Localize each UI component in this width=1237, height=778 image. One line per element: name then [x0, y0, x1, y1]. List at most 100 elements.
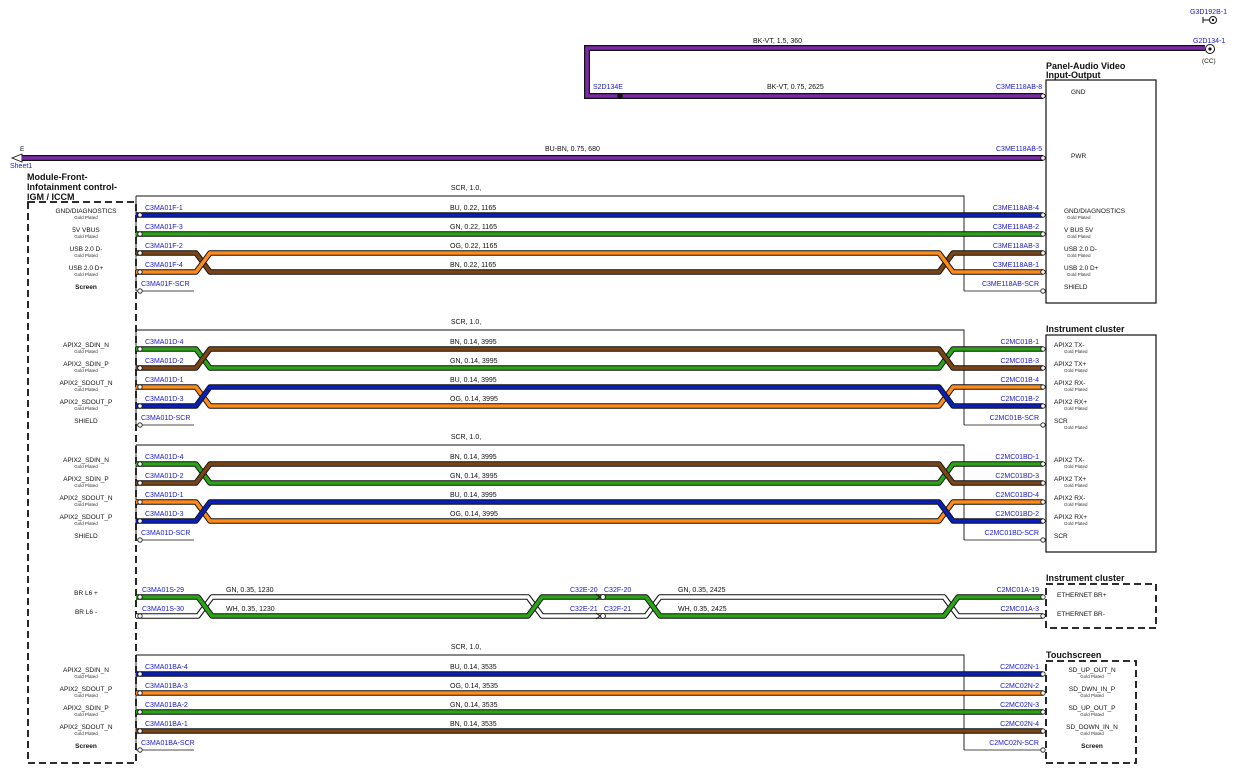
module-pin-label: SHIELD — [74, 418, 98, 425]
left-pin-terminal — [137, 461, 143, 467]
right-pin-terminal — [1040, 461, 1046, 467]
cluster1-plating-note: Gold Plated — [1064, 349, 1088, 354]
panel-plating-note: Gold Plated — [1067, 272, 1091, 277]
panel-pin-label: SHIELD — [1064, 284, 1088, 291]
right-pin-label: C3ME118AB-2 — [993, 224, 1039, 231]
panel-title-line-2: Input-Output — [1046, 70, 1100, 80]
right-pin-terminal — [1040, 365, 1046, 371]
touch-plating-note: Gold Plated — [1080, 712, 1104, 717]
module-plating-note: Gold Plated — [74, 464, 98, 469]
cluster1-pin-label: SCR — [1054, 533, 1068, 540]
left-shield-label: C3MA01D-SCR — [141, 530, 190, 537]
ground-wire-mid-label: BK-VT, 0.75, 2625 — [767, 84, 824, 91]
module-pin-labels: GND/DIAGNOSTICSGold Plated5V VBUSGold Pl… — [55, 208, 117, 750]
wire — [136, 347, 1043, 370]
cable-scr-label: SCR, 1.0, — [451, 644, 481, 651]
right-shield-terminal — [1040, 422, 1046, 428]
wire-outline — [136, 499, 1043, 524]
g2-ground-icon — [1205, 44, 1215, 54]
cluster1-pin-label: APIX2 RX+ — [1054, 399, 1087, 406]
left-shield-label: C3MA01F-SCR — [141, 281, 190, 288]
ground-section: G3D192B-1 G2D134-1 (CC) BK-VT, 1.5, 360 … — [10, 9, 1227, 170]
touch-plating-note: Gold Plated — [1080, 693, 1104, 698]
cable-scr-label: SCR, 1.0, — [451, 185, 481, 192]
module-pin-label: APIX2_SDOUT_P — [60, 686, 113, 693]
cable-scr-label: SCR, 1.0, — [451, 434, 481, 441]
right-pin-terminal — [1040, 269, 1046, 275]
cluster1-plating-note: Gold Plated — [1064, 387, 1088, 392]
right-pin-label: C3ME118AB-3 — [993, 243, 1039, 250]
left-pin-label: C3MA01BA-1 — [145, 721, 188, 728]
shielded-cables: SCR, 1.0, BU, 0.22, 1165 C3MA01F-1 C3ME118A… — [135, 185, 1046, 753]
right-pin-terminal — [1040, 212, 1046, 218]
touch-pin-label: Screen — [1081, 743, 1103, 750]
eth-green-spec-left: GN, 0.35, 1230 — [226, 587, 274, 594]
module-plating-note: Gold Plated — [74, 349, 98, 354]
module-plating-note: Gold Plated — [74, 693, 98, 698]
left-pin-terminal — [137, 728, 143, 734]
panel-pin-label: V BUS 5V — [1064, 227, 1094, 234]
left-pin-label: C3MA01F-1 — [145, 205, 183, 212]
panel-audio-video: Panel-Audio Video Input-Output GND PWR G… — [1045, 61, 1157, 304]
right-pin-terminal — [1040, 346, 1046, 352]
panel-box — [1045, 79, 1157, 304]
module-plating-note: Gold Plated — [74, 234, 98, 239]
right-pin-terminal — [1040, 403, 1046, 409]
module-pin-label: SHIELD — [74, 533, 98, 540]
module-plating-note: Gold Plated — [74, 253, 98, 258]
eth-green-right-pin: C2MC01A-19 — [997, 587, 1040, 594]
cluster1-pin-label: APIX2 TX- — [1054, 457, 1085, 464]
left-pin-terminal — [137, 212, 143, 218]
cable-shield-outline — [135, 654, 965, 750]
eth-green-mid-right: C32F-20 — [604, 587, 631, 594]
right-pin-terminal — [1040, 671, 1046, 677]
right-pin-label: C2MC02N-4 — [1000, 721, 1039, 728]
module-pin-label: 5V VBUS — [72, 227, 100, 234]
pin-pwr-terminal — [1040, 155, 1046, 161]
cluster1-pin-label: APIX2 RX- — [1054, 380, 1085, 387]
module-pin-label: APIX2_SDIN_N — [63, 342, 109, 349]
right-shield-terminal — [1040, 537, 1046, 543]
module-pin-label: BR L6 - — [75, 609, 97, 616]
left-pin-terminal — [137, 346, 143, 352]
wire-spec-label: BN, 0.22, 1165 — [450, 262, 496, 269]
cable-4: SCR, 1.0, BU, 0.14, 3535 C3MA01BA-4 C2MC02N… — [135, 644, 1046, 753]
wire — [136, 251, 1043, 274]
cable-2: SCR, 1.0, GN, 0.14, 3995 C3MA01D-4 C2MC01B-… — [135, 319, 1046, 428]
module-pin-label: APIX2_SDIN_P — [63, 361, 109, 368]
left-pin-label: C3MA01D-1 — [145, 492, 184, 499]
cluster2-box — [1045, 583, 1157, 629]
cluster1-pin-label: APIX2 TX+ — [1054, 476, 1086, 483]
left-pin-label: C3MA01BA-4 — [145, 664, 188, 671]
module-title-line-1: Module-Front- — [27, 172, 87, 182]
left-pin-label: C3MA01D-2 — [145, 473, 184, 480]
right-pin-label: C2MC02N-2 — [1000, 683, 1039, 690]
wire-spec-label: BU, 0.14, 3535 — [450, 664, 497, 671]
left-pin-label: C3MA01F-3 — [145, 224, 183, 231]
right-shield-label: C3ME118AB-SCR — [982, 281, 1039, 288]
panel-pin-label: GND/DIAGNOSTICS — [1064, 208, 1126, 215]
inline-connector-terminal — [600, 613, 606, 619]
wire — [136, 251, 1043, 274]
wire-outline — [136, 346, 1043, 371]
panel-pin-label: USB 2.0 D- — [1064, 246, 1097, 253]
cable-shield-outline — [135, 195, 965, 291]
wire — [136, 500, 1043, 523]
right-shield-terminal — [1040, 288, 1046, 294]
cluster1-plating-note: Gold Plated — [1064, 368, 1088, 373]
sheet-link[interactable]: Sheet1 — [10, 163, 32, 170]
left-pin-label: C3MA01BA-3 — [145, 683, 188, 690]
cable-1: SCR, 1.0, BU, 0.22, 1165 C3MA01F-1 C3ME118A… — [135, 185, 1046, 294]
cluster1-pin-label: APIX2 TX+ — [1054, 361, 1086, 368]
module-pin-label: APIX2_SDOUT_P — [60, 399, 113, 406]
eth-white-left-pin: C3MA01S-30 — [142, 606, 184, 613]
wire — [136, 385, 1043, 408]
cluster2-label-br-minus: ETHERNET BR- — [1057, 611, 1105, 618]
panel-plating-note: Gold Plated — [1067, 234, 1091, 239]
left-pin-terminal — [137, 480, 143, 486]
wire — [136, 347, 1043, 370]
wire-spec-label: BN, 0.14, 3535 — [450, 721, 497, 728]
module-pin-label: APIX2_SDOUT_N — [59, 724, 112, 731]
left-pin-terminal — [137, 231, 143, 237]
wire-outline — [136, 250, 1043, 275]
